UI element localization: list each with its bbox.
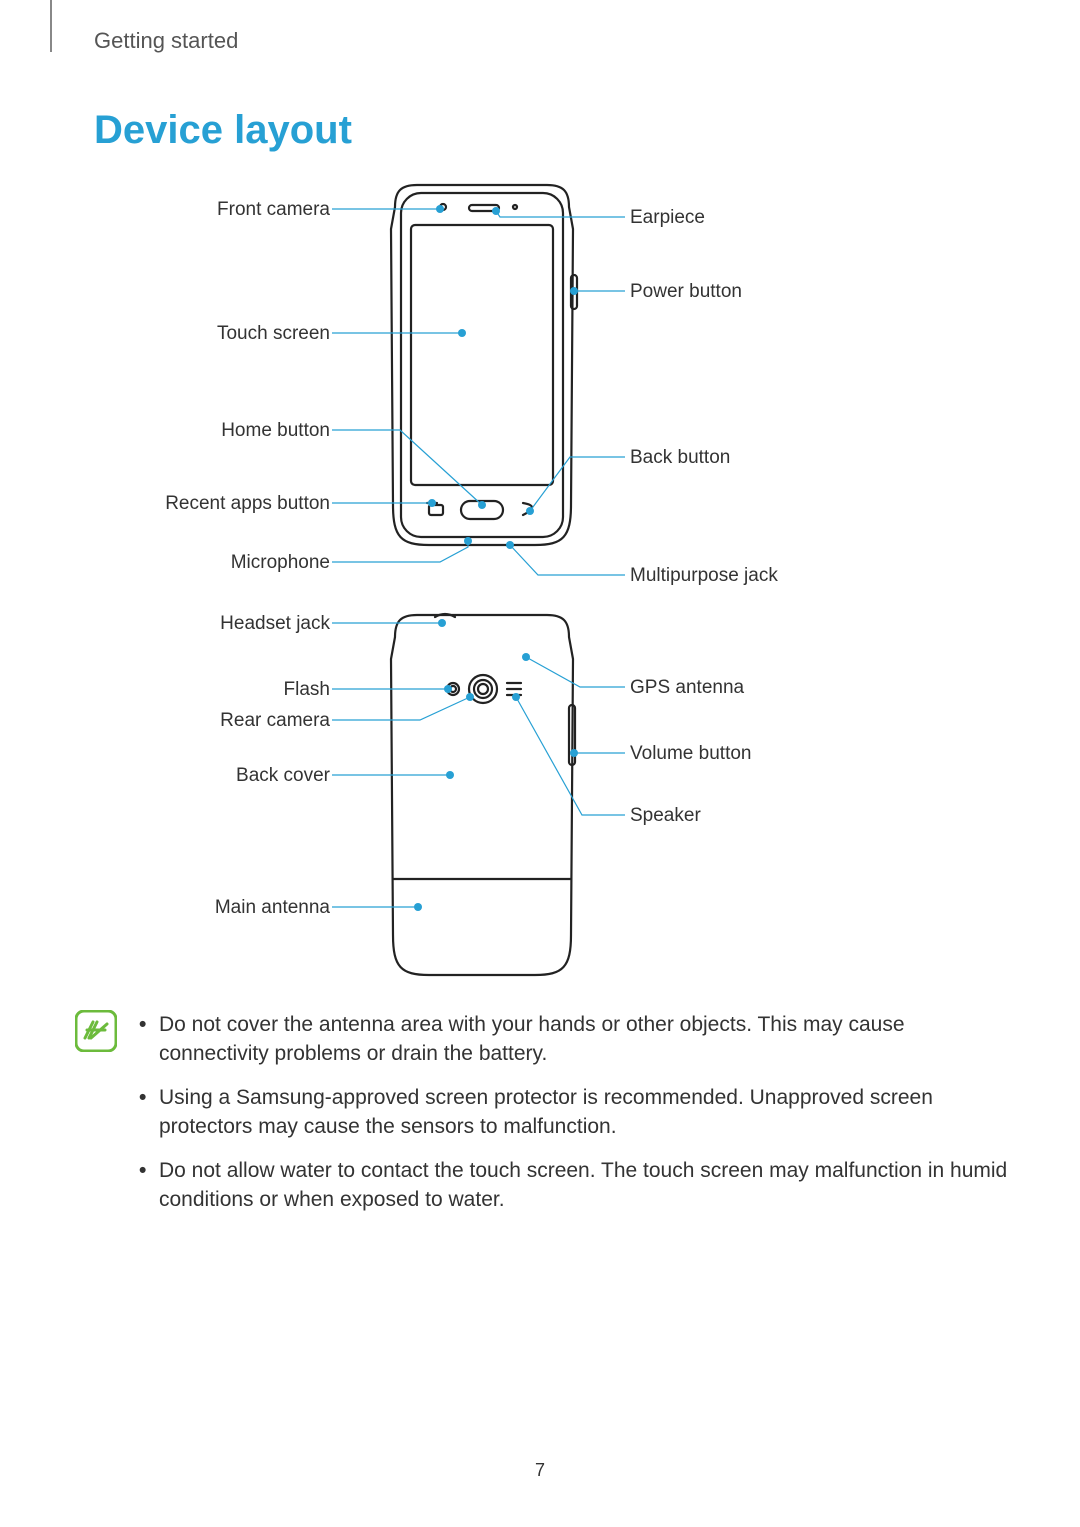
label-touch-screen: Touch screen: [217, 323, 330, 345]
label-rear-camera: Rear camera: [220, 710, 330, 732]
back-view: [170, 615, 900, 985]
label-flash: Flash: [284, 679, 330, 701]
label-front-camera: Front camera: [217, 199, 330, 221]
label-power-button: Power button: [630, 281, 742, 303]
note-icon: [75, 1010, 117, 1052]
phone-front-icon: [391, 185, 577, 545]
label-speaker: Speaker: [630, 805, 701, 827]
label-back-cover: Back cover: [236, 765, 330, 787]
label-volume-button: Volume button: [630, 743, 751, 765]
phone-back-icon: [391, 614, 575, 975]
label-microphone: Microphone: [231, 552, 330, 574]
label-earpiece: Earpiece: [630, 207, 705, 229]
page-number: 7: [0, 1460, 1080, 1481]
label-gps-antenna: GPS antenna: [630, 677, 744, 699]
note-list: Do not cover the antenna area with your …: [135, 1010, 1020, 1228]
label-recent-apps: Recent apps button: [165, 493, 330, 515]
label-multi-jack: Multipurpose jack: [630, 565, 778, 587]
device-diagram: Front camera Touch screen Home button Re…: [170, 185, 900, 985]
label-main-antenna: Main antenna: [215, 897, 330, 919]
section-header: Getting started: [94, 28, 238, 54]
page: Getting started Device layout: [0, 0, 1080, 1527]
note-item-antenna: Do not cover the antenna area with your …: [135, 1010, 1020, 1069]
note-box: Do not cover the antenna area with your …: [75, 1010, 1020, 1228]
page-title: Device layout: [94, 108, 352, 153]
note-item-protector: Using a Samsung-approved screen protecto…: [135, 1083, 1020, 1142]
label-home-button: Home button: [221, 420, 330, 442]
note-item-water: Do not allow water to contact the touch …: [135, 1156, 1020, 1215]
front-view: [170, 185, 900, 585]
label-headset-jack: Headset jack: [220, 613, 330, 635]
label-back-button: Back button: [630, 447, 730, 469]
header-rule: [50, 0, 52, 52]
